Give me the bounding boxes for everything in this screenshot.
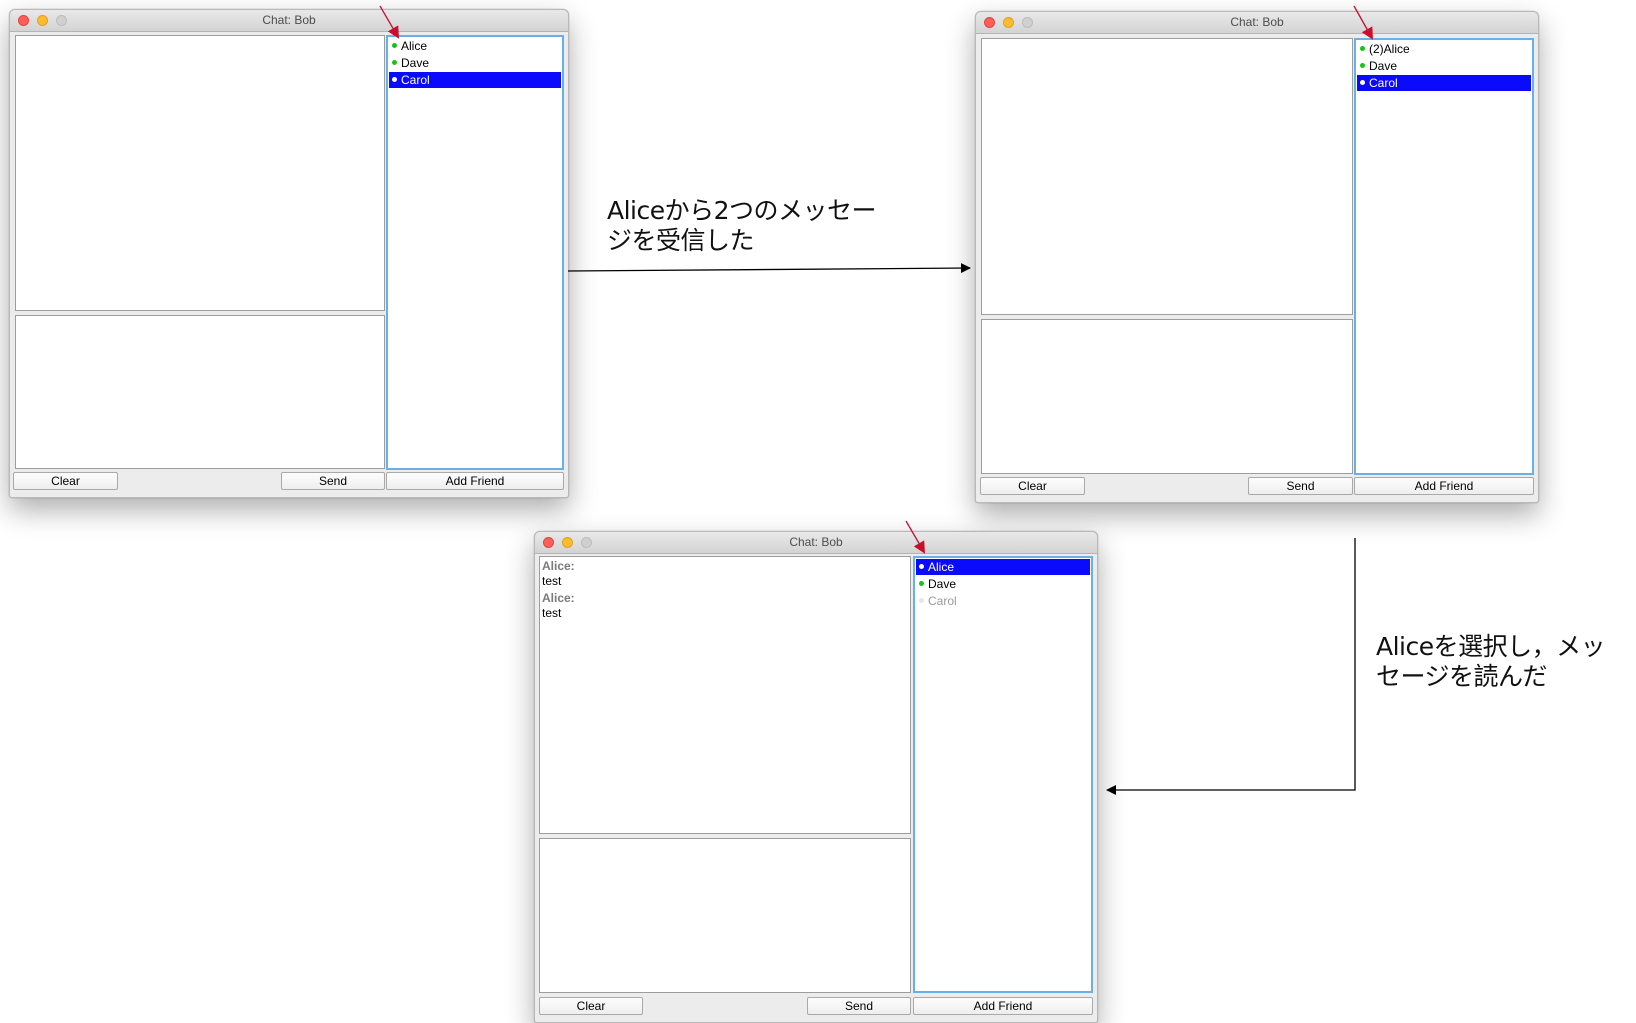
pointer-arrow-window3 bbox=[905, 520, 926, 554]
flow-arrow-down-left bbox=[1106, 538, 1356, 795]
pointer-arrow-window2 bbox=[1353, 5, 1373, 40]
annotation-arrows bbox=[379, 5, 1373, 795]
pointer-arrow-window1 bbox=[379, 5, 400, 39]
flow-arrow-right bbox=[567, 263, 971, 274]
